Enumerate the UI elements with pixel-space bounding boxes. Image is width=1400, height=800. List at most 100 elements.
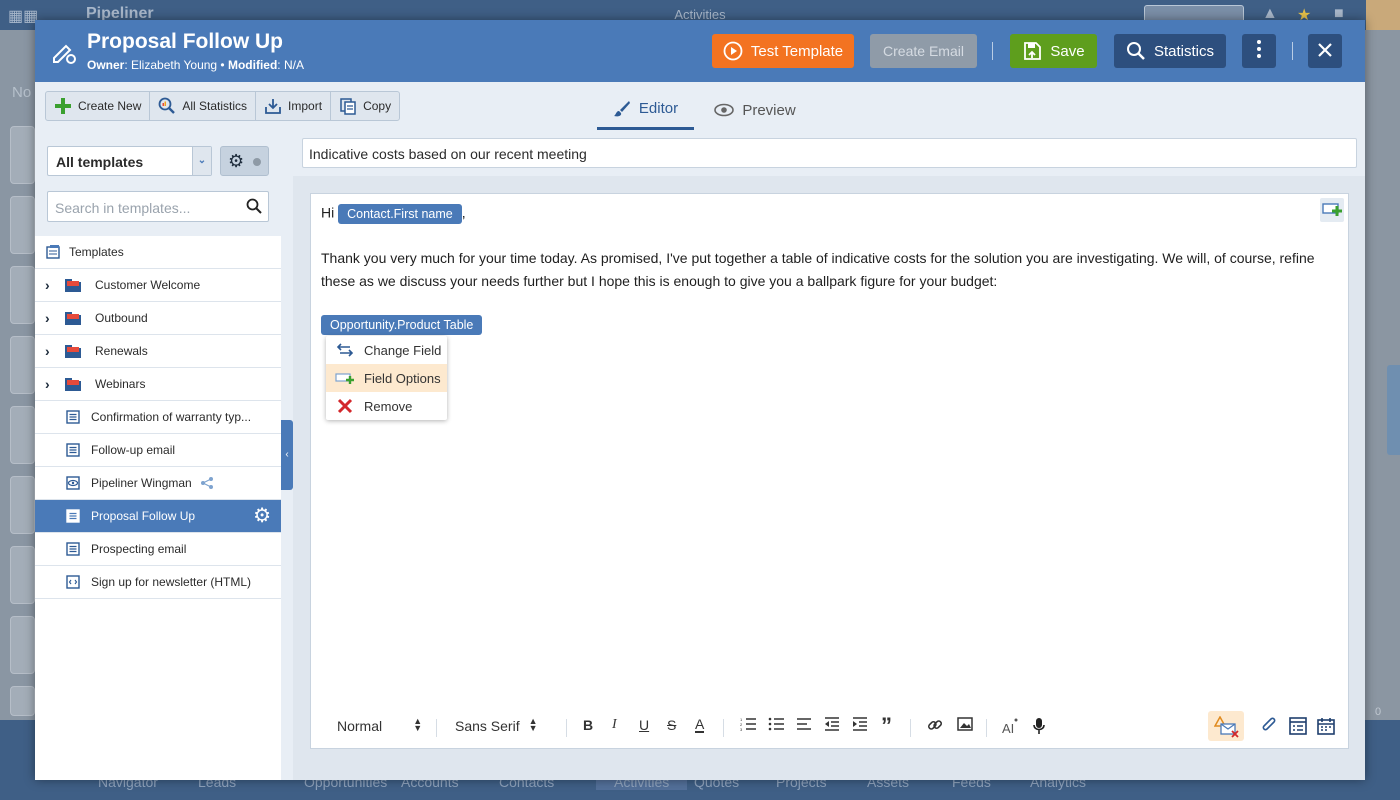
folder-icon [65,377,81,391]
copy-button[interactable]: Copy [331,92,399,120]
add-field-button[interactable] [1320,198,1344,222]
magnifier-chart-icon [158,97,176,115]
tree-template-item[interactable]: Follow-up email [35,434,281,467]
tree-template-item[interactable]: Sign up for newsletter (HTML) [35,566,281,599]
folder-icon [65,311,81,325]
tree-template-item[interactable]: Pipeliner Wingman [35,467,281,500]
statistics-button[interactable]: Statistics [1114,34,1226,68]
owner-label: Owner [87,58,125,72]
modal-header: Proposal Follow Up Owner: Elizabeth Youn… [35,20,1365,82]
menu-change-field-label: Change Field [364,342,442,358]
calendar-icon[interactable] [1317,717,1335,738]
all-statistics-button[interactable]: All Statistics [150,92,257,120]
share-icon [200,476,214,490]
outdent-icon[interactable] [824,717,840,734]
chevron-right-icon[interactable]: › [45,376,61,392]
strikethrough-button[interactable]: S [667,717,676,733]
close-button[interactable] [1308,34,1342,68]
form-icon[interactable] [1289,717,1307,738]
app-right-rail: 0 [1365,30,1400,720]
bg-card [10,196,35,254]
blockquote-button[interactable]: ” [881,713,892,739]
filter-settings-button[interactable]: ⚙ [220,146,269,176]
ordered-list-icon[interactable]: 123 [740,717,756,734]
greeting-line: Hi Contact.First name, [321,204,466,224]
underline-button[interactable]: U [639,717,649,733]
header-divider [1292,42,1293,60]
html-doc-icon [66,575,80,589]
test-template-button[interactable]: Test Template [712,34,854,68]
menu-remove-label: Remove [364,398,413,414]
import-button[interactable]: Import [256,92,332,120]
template-filter-select[interactable]: All templates ⌄ [47,146,212,176]
template-label: Pipeliner Wingman [91,476,192,490]
bold-button[interactable]: B [583,717,593,733]
create-email-label: Create Email [883,43,964,59]
toolbar-divider [723,719,724,737]
tree-folder[interactable]: › Renewals [35,335,281,368]
menu-field-options[interactable]: Field Options [326,364,447,392]
folder-icon [65,278,81,292]
save-button[interactable]: Save [1010,34,1097,68]
search-input[interactable]: Search in templates... [47,191,269,222]
tree-template-item[interactable]: Confirmation of warranty typ... [35,401,281,434]
font-color-button[interactable]: A [695,717,705,733]
link-icon[interactable] [927,717,943,736]
remove-x-icon [326,398,364,414]
menu-remove[interactable]: Remove [326,392,447,420]
menu-change-field[interactable]: Change Field [326,336,447,364]
create-email-button[interactable]: Create Email [870,34,977,68]
more-options-button[interactable] [1242,34,1276,68]
templates-sidebar: All templates ⌄ ⚙ Search in templates...… [35,130,281,780]
bg-card [10,336,35,394]
document-icon [66,410,80,424]
tree-template-item-selected[interactable]: Proposal Follow Up ⚙ [35,500,281,533]
greeting-punct: , [461,204,466,221]
chevron-right-icon[interactable]: › [45,310,61,326]
kebab-icon [1256,39,1262,63]
create-new-label: Create New [78,99,142,113]
paragraph-style-select[interactable]: Normal ▲ ▼ [337,717,422,735]
app-left-hint: No [12,84,32,101]
font-family-select[interactable]: Sans Serif ▲ ▼ [455,717,538,735]
tree-folder[interactable]: › Outbound [35,302,281,335]
tree-folder[interactable]: › Webinars [35,368,281,401]
avatar[interactable] [1366,0,1400,30]
microphone-icon[interactable] [1032,717,1046,738]
tree-root-templates[interactable]: Templates [35,236,281,269]
template-label: Confirmation of warranty typ... [91,410,252,424]
import-icon [264,97,282,115]
bg-card [10,406,35,464]
tab-preview[interactable]: Preview [710,90,800,130]
gear-icon[interactable]: ⚙ [253,506,271,526]
ai-icon[interactable]: AI [1002,717,1020,738]
tree-template-item[interactable]: Prospecting email [35,533,281,566]
bullet-list-icon[interactable] [768,717,784,734]
attachment-icon[interactable] [1260,717,1278,738]
sidebar-filter-bar: All templates ⌄ ⚙ Search in templates... [35,130,281,236]
tab-editor[interactable]: Editor [597,90,694,130]
create-new-button[interactable]: Create New [46,92,151,120]
eye-icon [66,476,80,490]
image-icon[interactable] [957,717,973,734]
email-warning-button[interactable] [1208,711,1244,741]
indent-icon[interactable] [852,717,868,734]
chevron-right-icon[interactable]: › [45,277,61,293]
save-icon [1022,41,1042,61]
align-icon[interactable] [796,717,812,734]
svg-text:3: 3 [740,727,743,731]
folder-label: Outbound [95,311,148,325]
subject-field[interactable]: Indicative costs based on our recent mee… [302,138,1357,168]
editor-tabs: Editor Preview [595,90,815,130]
merge-field-product-table[interactable]: Opportunity.Product Table [321,315,483,335]
italic-button[interactable]: I [612,717,617,733]
templates-tree: Templates › Customer Welcome › Outbound … [35,236,281,599]
merge-field-contact-first-name[interactable]: Contact.First name [338,204,462,224]
right-rail-handle[interactable] [1387,365,1400,455]
tree-folder[interactable]: › Customer Welcome [35,269,281,302]
search-icon[interactable] [246,198,262,217]
copy-label: Copy [363,99,392,113]
sidebar-collapse-handle[interactable]: ‹ [281,420,293,490]
chevron-right-icon[interactable]: › [45,343,61,359]
email-body-editor[interactable]: Hi Contact.First name, Thank you very mu… [310,193,1349,749]
